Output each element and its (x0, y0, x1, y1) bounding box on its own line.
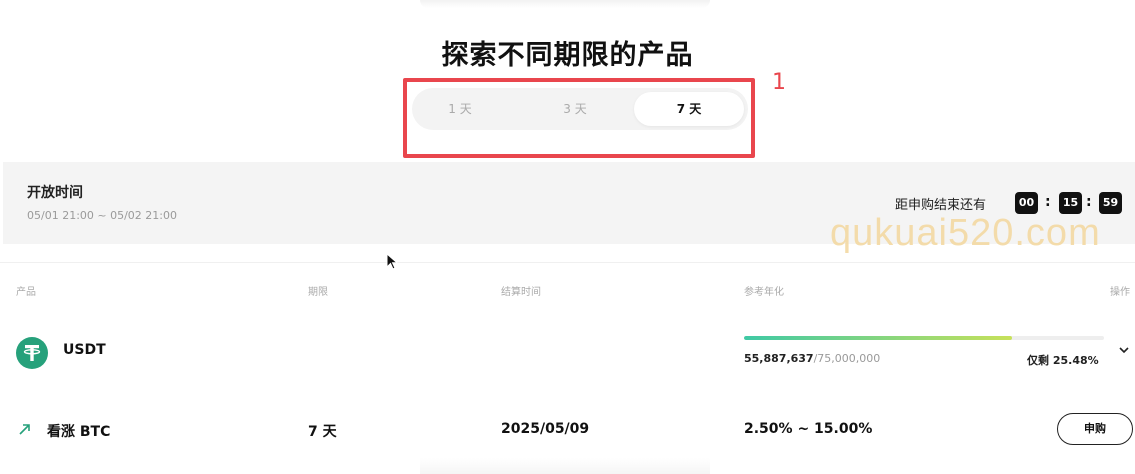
product-settle-date: 2025/05/09 (501, 421, 590, 437)
annotation-number: 1 (772, 70, 786, 95)
watermark: qukuai520.com (830, 212, 1101, 254)
countdown-separator: : (1086, 194, 1092, 210)
coin-name: USDT (63, 342, 106, 358)
countdown-separator: : (1045, 194, 1051, 210)
countdown-seconds: 59 (1099, 192, 1122, 214)
section-divider (0, 262, 1135, 263)
product-term: 7 天 (308, 424, 337, 440)
countdown-hours: 00 (1015, 192, 1038, 214)
subscription-progress-bar (744, 336, 1104, 340)
subscribe-button[interactable]: 申购 (1057, 413, 1133, 445)
sold-amount: 55,887,637 (744, 352, 814, 365)
header-reference-apr: 参考年化 (744, 287, 784, 298)
header-product: 产品 (16, 287, 36, 298)
remaining-percent: 仅剩 25.48% (1027, 354, 1099, 367)
open-time-label: 开放时间 (27, 185, 83, 201)
chevron-down-icon[interactable] (1118, 345, 1130, 355)
header-action: 操作 (1110, 287, 1130, 298)
header-settle-time: 结算时间 (501, 287, 541, 298)
total-amount: /75,000,000 (813, 352, 881, 365)
annotation-highlight-box (403, 78, 755, 158)
tether-icon (16, 337, 48, 369)
top-edge-fade (420, 0, 710, 8)
bottom-edge-fade (420, 458, 710, 474)
mouse-cursor-icon (386, 253, 398, 270)
header-term: 期限 (308, 287, 328, 298)
trend-up-icon (19, 424, 30, 435)
progress-amount: 55,887,637/75,000,000 (744, 352, 880, 365)
progress-fill (744, 336, 1013, 340)
open-time-range: 05/01 21:00 ~ 05/02 21:00 (27, 209, 178, 222)
product-apr: 2.50% ~ 15.00% (744, 421, 873, 437)
countdown-minutes: 15 (1059, 192, 1082, 214)
product-name: 看涨 BTC (47, 424, 111, 440)
countdown-label: 距申购结束还有 (895, 198, 987, 213)
page-title: 探索不同期限的产品 (441, 40, 694, 71)
